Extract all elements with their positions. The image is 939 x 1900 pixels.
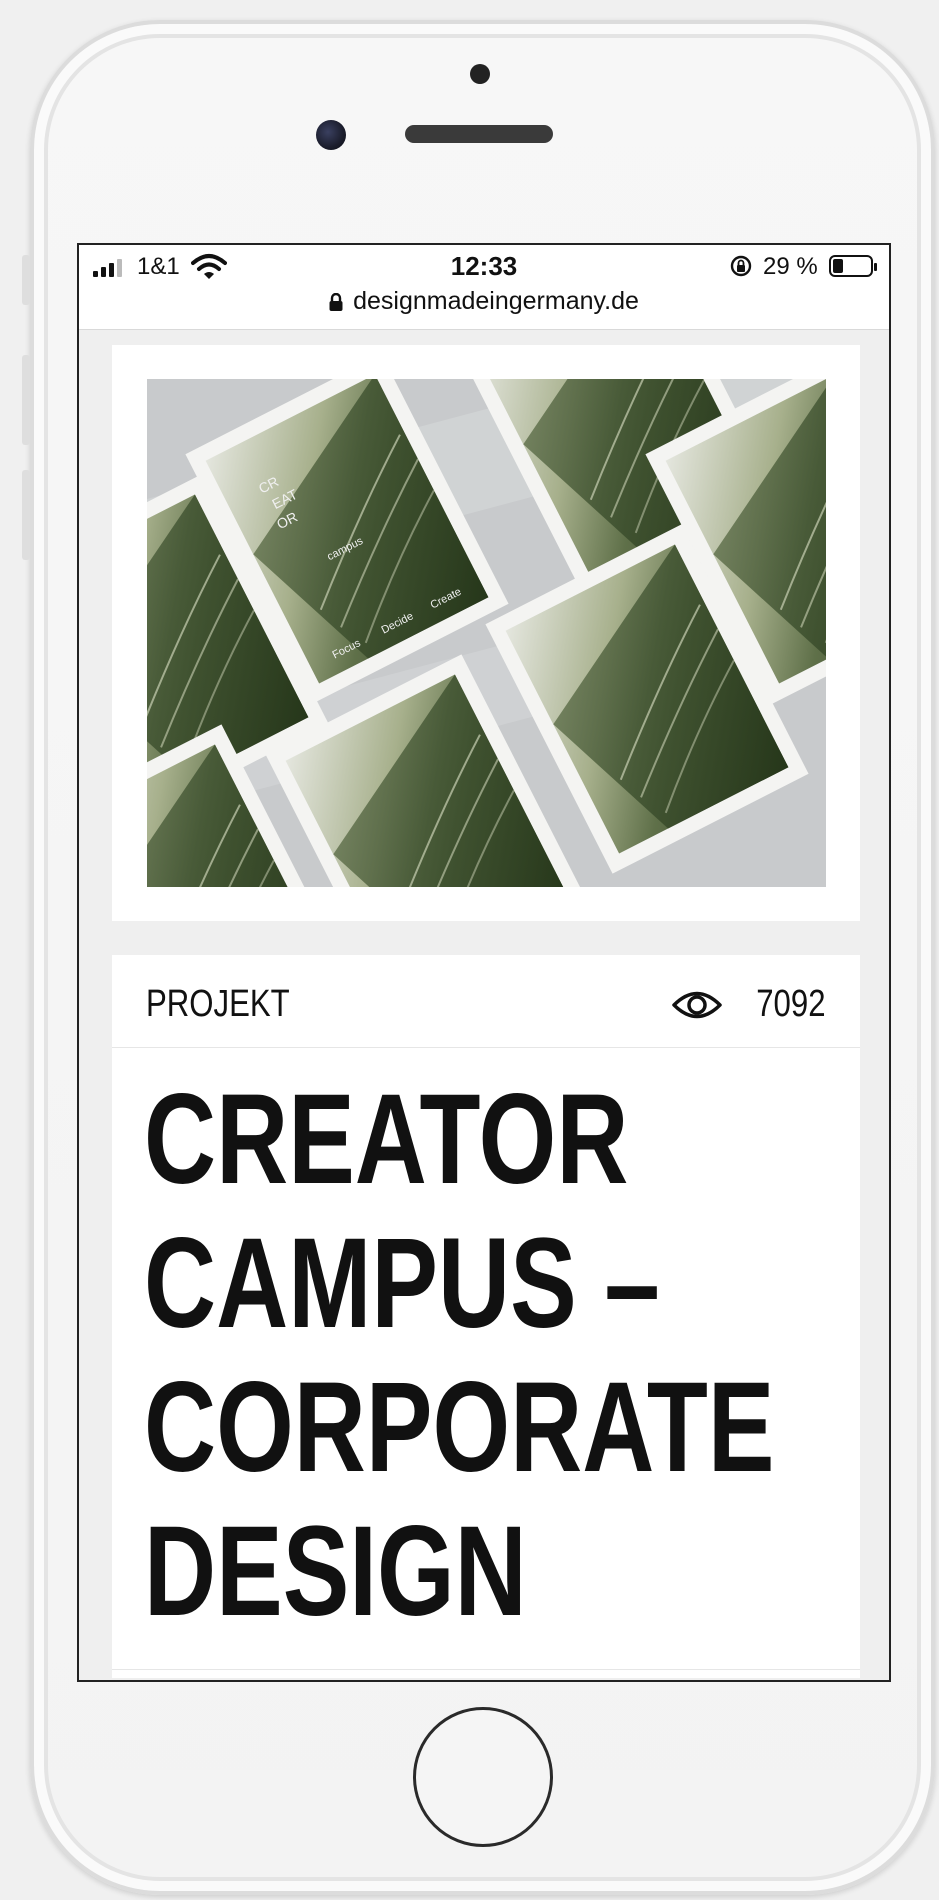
side-button-mute — [22, 255, 30, 305]
battery-percent: 29 % — [763, 253, 818, 280]
padlock-icon — [329, 289, 343, 311]
eye-icon — [672, 991, 723, 1018]
url-text: designmadeingermany.de — [353, 287, 639, 315]
phone-screen: 1&1 12:33 29 % designmadeingermany.de CR… — [77, 243, 891, 1682]
side-button-volume-up — [22, 355, 30, 445]
view-count: 7092 — [756, 983, 826, 1025]
poster-mockup-image: CR EAT OR campus Focus Decide Create — [147, 379, 826, 887]
status-bar: 1&1 12:33 29 % designmadeingermany.de — [79, 245, 889, 330]
rotation-lock-icon — [730, 255, 752, 277]
home-button[interactable] — [413, 1707, 553, 1847]
project-image-card: CR EAT OR campus Focus Decide Create — [112, 345, 860, 921]
side-button-volume-down — [22, 470, 30, 560]
view-counter: 7092 — [671, 983, 826, 1026]
front-camera — [316, 120, 346, 150]
project-title-line-2: CAMPUS – — [144, 1212, 660, 1355]
project-title-line-4: DESIGN — [144, 1500, 527, 1643]
proximity-sensor — [470, 64, 490, 84]
divider — [112, 1669, 860, 1670]
project-title-line-3: CORPORATE — [144, 1356, 775, 1499]
earpiece-speaker — [405, 125, 553, 143]
address-bar[interactable]: designmadeingermany.de — [79, 287, 889, 316]
battery-icon — [829, 255, 877, 277]
project-photo[interactable]: CR EAT OR campus Focus Decide Create — [147, 379, 826, 887]
project-meta-bar: PROJEKT 7092 — [112, 955, 860, 1048]
project-title-line-1: CREATOR — [144, 1068, 629, 1211]
category-label: PROJEKT — [146, 983, 290, 1025]
project-title-card: CREATOR CAMPUS – CORPORATE DESIGN — [112, 1048, 860, 1678]
